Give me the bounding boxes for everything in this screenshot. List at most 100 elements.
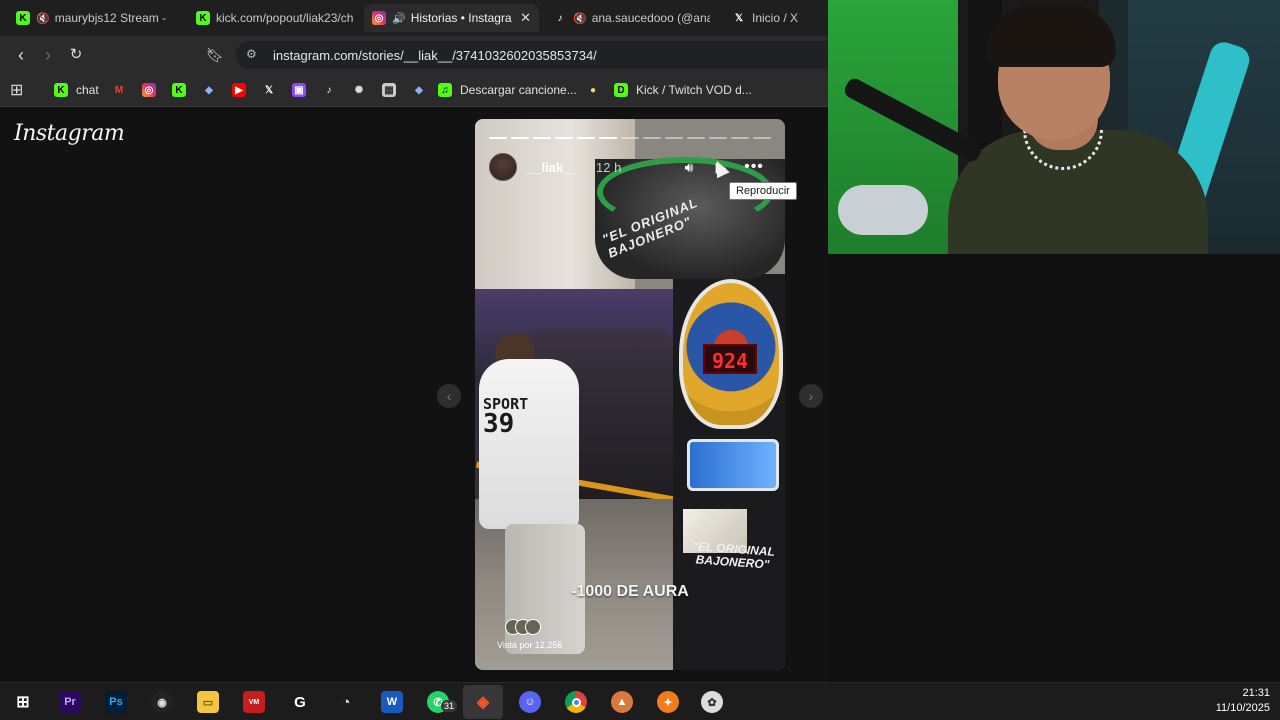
address-bar[interactable]: ⚙ instagram.com/stories/__liak__/3741032… xyxy=(236,41,828,69)
back-icon[interactable]: ‹ xyxy=(10,44,32,66)
story-view-count[interactable]: Vista por 12.256 xyxy=(497,640,562,650)
progress-segment xyxy=(731,137,749,139)
site-settings-icon[interactable]: ⚙ xyxy=(246,47,257,61)
brave-icon[interactable]: ◈ xyxy=(463,685,503,719)
obs-icon[interactable]: ◉ xyxy=(151,691,173,713)
stream-overlay-area xyxy=(828,0,1280,682)
webcam-feed xyxy=(828,0,1280,254)
forward-icon[interactable]: › xyxy=(37,44,59,66)
photoshop-icon[interactable]: Ps xyxy=(105,691,127,713)
previous-story-button[interactable]: ‹ xyxy=(437,384,461,408)
jersey-print: SPORT 39 xyxy=(483,394,528,439)
bookmark-gmail[interactable]: M xyxy=(112,81,134,99)
openai-icon: ✺ xyxy=(354,84,364,96)
bookmark-x[interactable]: 𝕏 xyxy=(262,81,284,99)
story-header: __liak__ 12 h 🔊︎ ▶ ••• xyxy=(489,153,771,181)
progress-segment xyxy=(687,137,705,139)
story-caption: -1000 DE AURA xyxy=(571,583,689,600)
instagram-logo[interactable]: Instagram xyxy=(14,121,125,146)
play-tooltip: Reproducir xyxy=(729,182,797,200)
instagram-icon: ◎ xyxy=(142,83,156,97)
story-username[interactable]: __liak__ xyxy=(527,160,578,175)
bookmark-youtube[interactable]: ▶ xyxy=(232,81,254,99)
volume-icon[interactable]: 🔊︎ xyxy=(679,157,699,177)
kick-icon: K xyxy=(196,11,210,25)
kick-icon: K xyxy=(172,83,186,97)
apps-grid-icon[interactable]: ⊞ xyxy=(10,81,23,99)
kick-icon: K xyxy=(54,83,68,97)
chrome-icon[interactable] xyxy=(565,691,587,713)
tiktok-icon: ♪ xyxy=(326,84,332,96)
x-icon: 𝕏 xyxy=(264,84,274,96)
browser-window: K 🔇 maurybjs12 Stream - W K kick.com/pop… xyxy=(0,0,828,107)
bookmark-icon[interactable]: 🔖︎ xyxy=(204,44,226,66)
bookmark-chat[interactable]: K chat xyxy=(54,81,99,99)
bookmark-instagram[interactable]: ◎ xyxy=(142,81,164,99)
muted-speaker-icon[interactable]: 🔇 xyxy=(36,12,50,25)
story-viewer[interactable]: "EL ORIGINAL BAJONERO" 924 "EL ORIGINAL … xyxy=(475,119,785,670)
tab-title: Inicio / X xyxy=(752,11,799,25)
instagram-stories-page: Instagram ‹ › "EL ORIGINAL BAJONERO" 924… xyxy=(0,107,828,682)
tab-strip: K 🔇 maurybjs12 Stream - W K kick.com/pop… xyxy=(0,0,828,36)
tab-kick-popout[interactable]: K kick.com/popout/liak23/ch xyxy=(188,4,353,32)
next-story-button[interactable]: › xyxy=(799,384,823,408)
windows-start-icon[interactable]: ⊞ xyxy=(12,691,34,713)
muted-speaker-icon[interactable]: 🔇 xyxy=(573,12,587,25)
progress-segment xyxy=(577,137,595,139)
vod-icon: D xyxy=(614,83,628,97)
viewer-avatar xyxy=(525,619,541,635)
bookmark-descargar[interactable]: ♫ Descargar cancione... xyxy=(438,81,577,99)
tab-title: maurybjs12 Stream - W xyxy=(54,11,168,25)
reload-icon[interactable]: ↻ xyxy=(65,44,87,66)
gmail-icon: M xyxy=(114,84,124,96)
app-icon[interactable]: ◔ xyxy=(335,691,357,713)
score-display: 924 xyxy=(703,344,757,374)
bookmark-twitch[interactable]: ▣ xyxy=(292,81,314,99)
tab-maurybjs12[interactable]: K 🔇 maurybjs12 Stream - W xyxy=(8,4,168,32)
kick-icon: K xyxy=(16,11,30,25)
app-icon[interactable]: ✦ xyxy=(657,691,679,713)
tab-historias-instagram[interactable]: ◎ 🔊 Historias • Instagra ✕ xyxy=(364,4,539,32)
progress-segment xyxy=(511,137,529,139)
bookmark-ethereum-2[interactable]: ◆ xyxy=(412,81,434,99)
tab-x-inicio[interactable]: 𝕏 Inicio / X xyxy=(724,4,824,32)
progress-segment xyxy=(489,137,507,139)
progress-segment xyxy=(621,137,639,139)
ethereum-icon: ◆ xyxy=(415,84,423,96)
jersey-number: 39 xyxy=(483,409,515,439)
app-icon[interactable]: ✿ xyxy=(701,691,723,713)
instagram-icon: ◎ xyxy=(372,11,386,25)
avatar[interactable] xyxy=(489,153,517,181)
close-tab-icon[interactable]: ✕ xyxy=(520,10,531,26)
story-age: 12 h xyxy=(596,160,622,175)
premiere-icon[interactable]: Pr xyxy=(59,691,81,713)
voicemeeter-icon[interactable]: VM xyxy=(243,691,265,713)
discord-icon[interactable]: ☺ xyxy=(519,691,541,713)
file-explorer-icon[interactable]: ▭ xyxy=(197,691,219,713)
g-hub-icon[interactable]: G xyxy=(289,691,311,713)
url-text[interactable]: instagram.com/stories/__liak__/374103260… xyxy=(273,48,597,63)
progress-segment xyxy=(665,137,683,139)
windows-taskbar: ⊞ Pr Ps ◉ ▭ VM G ◔ W ✆ ◈ ☺ ▲ ✦ ✿ xyxy=(0,682,1280,720)
viewer-avatars[interactable] xyxy=(505,619,555,635)
toolbar: ‹ › ↻ 🔖︎ ⚙ instagram.com/stories/__liak_… xyxy=(0,36,828,74)
tab-title: ana.saucedooo (@ana. xyxy=(591,11,710,25)
clock-time: 21:31 xyxy=(1242,687,1270,699)
more-options-icon[interactable]: ••• xyxy=(744,157,764,177)
bookmark-kick-vod[interactable]: D Kick / Twitch VOD d... xyxy=(614,81,752,99)
speaker-icon[interactable]: 🔊 xyxy=(392,12,406,25)
app-icon[interactable]: ▲ xyxy=(611,691,633,713)
tab-title: Historias • Instagra xyxy=(410,11,512,25)
bookmark-coin[interactable]: ● xyxy=(586,81,608,99)
clock-date: 11/10/2025 xyxy=(1215,702,1270,714)
bookmark-openai[interactable]: ✺ xyxy=(352,81,374,99)
bookmark-ethereum[interactable]: ◆ xyxy=(202,81,224,99)
word-icon[interactable]: W xyxy=(381,691,403,713)
tab-tiktok[interactable]: ♪ 🔇 ana.saucedooo (@ana. xyxy=(545,4,711,32)
x-icon: 𝕏 xyxy=(734,12,744,24)
bookmark-image[interactable]: ▦ xyxy=(382,81,404,99)
person-jersey xyxy=(479,359,579,529)
bookmark-tiktok[interactable]: ♪ xyxy=(322,81,344,99)
bookmark-kick[interactable]: K xyxy=(172,81,194,99)
system-clock[interactable]: 21:31 11/10/2025 xyxy=(1216,686,1270,716)
